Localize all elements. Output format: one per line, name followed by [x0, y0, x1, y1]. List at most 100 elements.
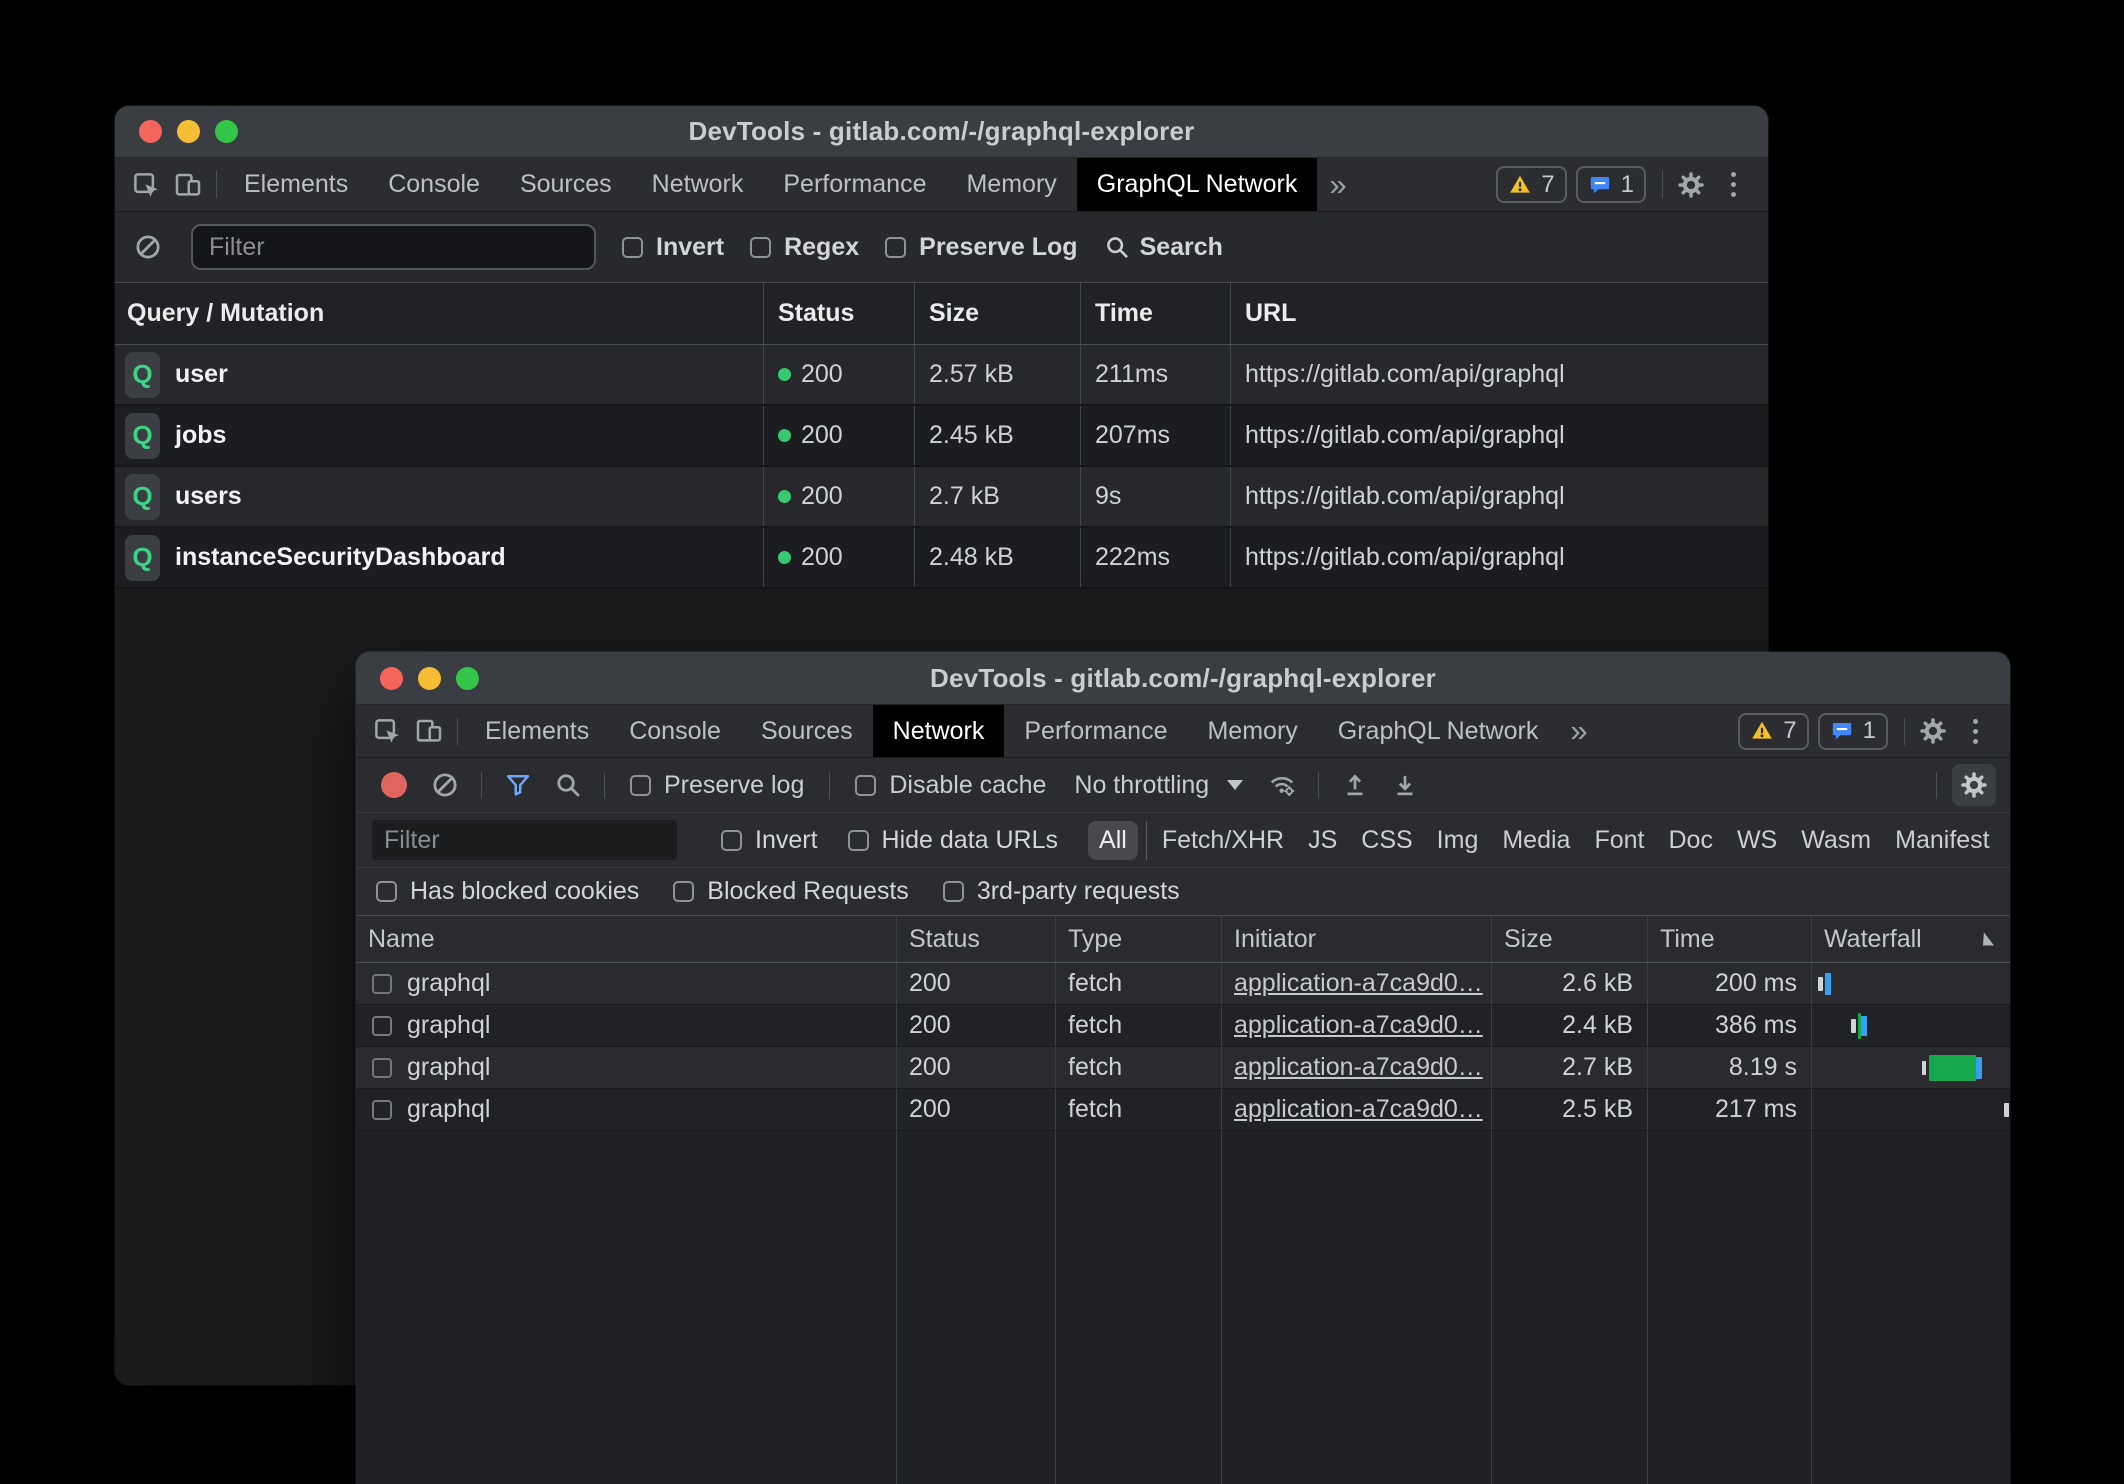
resource-type-chip[interactable]: Doc: [1656, 821, 1724, 860]
more-tabs-button[interactable]: »: [1317, 158, 1358, 211]
network-conditions-icon[interactable]: [1261, 771, 1303, 799]
search-button[interactable]: Search: [1104, 233, 1223, 262]
back-titlebar[interactable]: DevTools - gitlab.com/-/graphql-explorer: [115, 106, 1768, 158]
devtools-tab[interactable]: Sources: [500, 158, 632, 211]
disable-cache-checkbox-group[interactable]: Disable cache: [855, 771, 1046, 800]
throttling-dropdown[interactable]: No throttling: [1074, 771, 1243, 800]
column-header[interactable]: Type: [1055, 916, 1221, 962]
network-table-header[interactable]: Name Status Type Initiator Size Time Wat…: [356, 916, 2010, 963]
issues-warning-badge[interactable]: 7: [1496, 166, 1566, 203]
graphql-request-row[interactable]: Q users 200 2.7 kB 9s https://gitlab.com…: [115, 467, 1768, 528]
devtools-tab[interactable]: Elements: [465, 705, 609, 757]
column-header[interactable]: Size: [914, 283, 1080, 344]
checkbox[interactable]: [750, 237, 771, 258]
initiator-link[interactable]: application-a7ca9d0…: [1234, 969, 1483, 998]
options-checkbox-group[interactable]: Has blocked cookies: [376, 877, 639, 906]
column-header[interactable]: URL: [1230, 283, 1768, 344]
checkbox[interactable]: [943, 881, 964, 902]
resource-type-chip[interactable]: Img: [1425, 821, 1491, 860]
resource-type-chip[interactable]: Other: [2002, 821, 2010, 860]
settings-gear-icon[interactable]: [1912, 705, 1954, 757]
inspect-element-icon[interactable]: [125, 158, 167, 211]
network-settings-gear-button[interactable]: [1952, 764, 1996, 806]
column-header[interactable]: Time: [1647, 916, 1811, 962]
graphql-request-row[interactable]: Q instanceSecurityDashboard 200 2.48 kB …: [115, 528, 1768, 589]
devtools-tab[interactable]: Memory: [946, 158, 1076, 211]
toolbar-checkbox-group[interactable]: Preserve Log: [885, 233, 1077, 262]
minimize-window-button[interactable]: [177, 120, 200, 143]
devtools-tab[interactable]: Network: [632, 158, 764, 211]
console-messages-badge[interactable]: 1: [1576, 166, 1646, 203]
graphql-table-header[interactable]: Query / Mutation Status Size Time URL: [115, 282, 1768, 345]
import-har-icon[interactable]: [1334, 771, 1376, 799]
graphql-request-row[interactable]: Q jobs 200 2.45 kB 207ms https://gitlab.…: [115, 406, 1768, 467]
more-tabs-button[interactable]: »: [1558, 705, 1599, 757]
checkbox[interactable]: [622, 237, 643, 258]
settings-gear-icon[interactable]: [1670, 158, 1712, 211]
options-checkbox-group[interactable]: Blocked Requests: [673, 877, 909, 906]
devtools-tab[interactable]: Console: [609, 705, 741, 757]
column-header[interactable]: Time: [1080, 283, 1230, 344]
devtools-tab[interactable]: Console: [368, 158, 500, 211]
checkbox[interactable]: [673, 881, 694, 902]
network-request-row[interactable]: graphql 200 fetch application-a7ca9d0… 2…: [356, 1005, 2010, 1047]
checkbox[interactable]: [885, 237, 906, 258]
devtools-tab[interactable]: Performance: [763, 158, 946, 211]
column-header[interactable]: Query / Mutation: [115, 283, 763, 344]
zoom-window-button[interactable]: [456, 667, 479, 690]
toolbar-checkbox-group[interactable]: Invert: [622, 233, 724, 262]
devtools-tab[interactable]: GraphQL Network: [1318, 705, 1559, 757]
close-window-button[interactable]: [380, 667, 403, 690]
options-checkbox-group[interactable]: 3rd-party requests: [943, 877, 1180, 906]
checkbox[interactable]: [721, 830, 742, 851]
network-request-row[interactable]: graphql 200 fetch application-a7ca9d0… 2…: [356, 1047, 2010, 1089]
resource-type-chip[interactable]: WS: [1725, 821, 1789, 860]
column-header[interactable]: Name: [356, 916, 896, 962]
initiator-link[interactable]: application-a7ca9d0…: [1234, 1095, 1483, 1124]
resource-type-chip[interactable]: Manifest: [1883, 821, 2001, 860]
resource-type-chip[interactable]: JS: [1296, 821, 1349, 860]
checkbox[interactable]: [376, 881, 397, 902]
search-icon[interactable]: [547, 771, 589, 799]
network-filter-input[interactable]: [372, 820, 677, 860]
filter-input[interactable]: [191, 224, 596, 270]
column-header[interactable]: Status: [896, 916, 1055, 962]
front-titlebar[interactable]: DevTools - gitlab.com/-/graphql-explorer: [356, 652, 2010, 705]
sort-ascending-icon[interactable]: [1983, 933, 1994, 946]
resource-type-chip[interactable]: Fetch/XHR: [1146, 821, 1296, 860]
minimize-window-button[interactable]: [418, 667, 441, 690]
resource-type-chip[interactable]: Wasm: [1789, 821, 1883, 860]
clear-block-icon[interactable]: [131, 233, 165, 261]
clear-network-log-icon[interactable]: [424, 771, 466, 799]
row-checkbox[interactable]: [372, 1058, 392, 1078]
devtools-tab[interactable]: Network: [873, 705, 1005, 757]
console-messages-badge[interactable]: 1: [1818, 713, 1888, 750]
checkbox[interactable]: [855, 775, 876, 796]
devtools-tab[interactable]: Performance: [1004, 705, 1187, 757]
issues-warning-badge[interactable]: 7: [1738, 713, 1808, 750]
checkbox[interactable]: [848, 830, 869, 851]
close-window-button[interactable]: [139, 120, 162, 143]
network-request-row[interactable]: graphql 200 fetch application-a7ca9d0… 2…: [356, 1089, 2010, 1131]
filter-funnel-icon[interactable]: [497, 771, 539, 799]
zoom-window-button[interactable]: [215, 120, 238, 143]
checkbox[interactable]: [630, 775, 651, 796]
kebab-menu-icon[interactable]: [1712, 158, 1754, 211]
devtools-tab[interactable]: Memory: [1187, 705, 1317, 757]
column-header[interactable]: Initiator: [1221, 916, 1491, 962]
export-har-icon[interactable]: [1384, 771, 1426, 799]
column-header[interactable]: Status: [763, 283, 914, 344]
row-checkbox[interactable]: [372, 1100, 392, 1120]
devtools-tab[interactable]: GraphQL Network: [1077, 158, 1318, 211]
resource-type-chip[interactable]: All: [1088, 821, 1138, 860]
row-checkbox[interactable]: [372, 974, 392, 994]
resource-type-chip[interactable]: Font: [1582, 821, 1656, 860]
network-request-row[interactable]: graphql 200 fetch application-a7ca9d0… 2…: [356, 963, 2010, 1005]
column-header[interactable]: Waterfall: [1811, 916, 2010, 962]
device-toolbar-icon[interactable]: [408, 705, 450, 757]
inspect-element-icon[interactable]: [366, 705, 408, 757]
toolbar-checkbox-group[interactable]: Regex: [750, 233, 859, 262]
devtools-tab[interactable]: Elements: [224, 158, 368, 211]
resource-type-chip[interactable]: CSS: [1349, 821, 1424, 860]
kebab-menu-icon[interactable]: [1954, 705, 1996, 757]
